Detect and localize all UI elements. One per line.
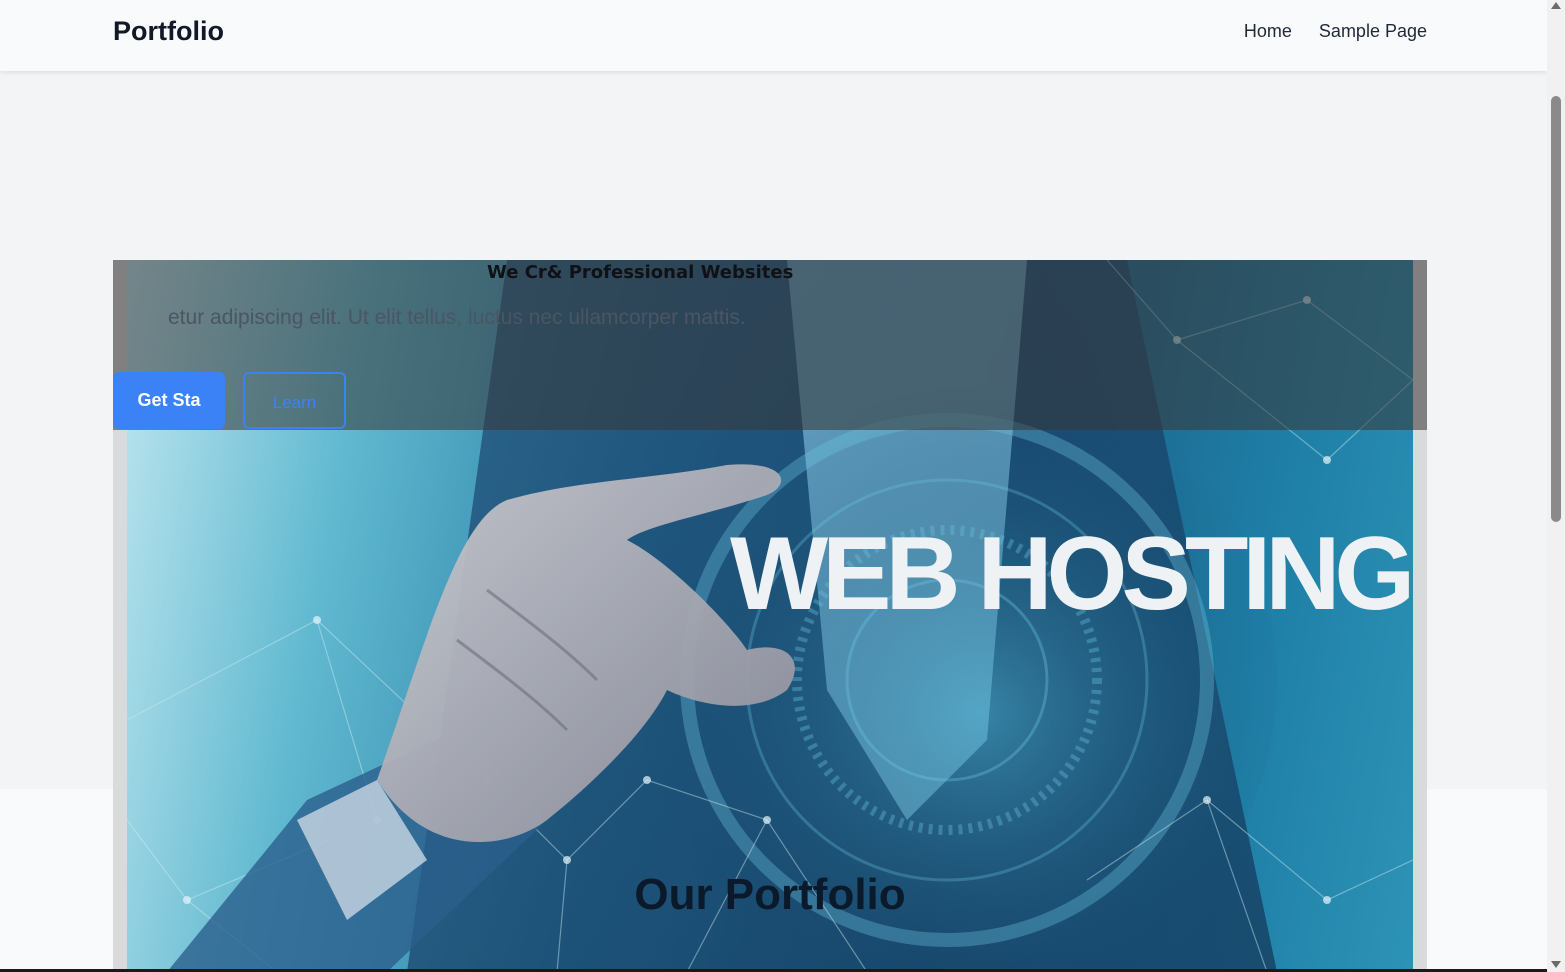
triangle-down-icon[interactable]: [1551, 961, 1561, 968]
learn-more-button[interactable]: Learn: [243, 372, 346, 429]
scrollbar-thumb[interactable]: [1551, 96, 1561, 522]
portfolio-section-title: Our Portfolio: [634, 870, 906, 919]
main-nav: Home Sample Page: [1244, 21, 1427, 42]
nav-item-sample-page[interactable]: Sample Page: [1319, 21, 1427, 42]
hero-subtitle: etur adipiscing elit. Ut elit tellus, lu…: [168, 306, 746, 329]
vertical-scrollbar[interactable]: [1547, 0, 1565, 972]
site-header: Portfolio Home Sample Page: [0, 0, 1547, 71]
site-brand-link[interactable]: Portfolio: [113, 16, 224, 47]
triangle-up-icon[interactable]: [1551, 2, 1561, 9]
hero-title: We Cr& Professional Websites: [487, 262, 794, 283]
get-started-button[interactable]: Get Sta: [113, 372, 225, 429]
nav-item-home[interactable]: Home: [1244, 21, 1292, 42]
image-hosting-text: WEB HOSTING: [730, 516, 1413, 632]
